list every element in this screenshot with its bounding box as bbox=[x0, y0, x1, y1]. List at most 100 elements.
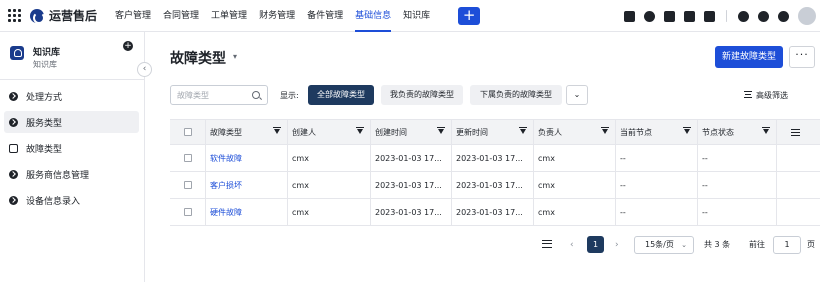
owner-cell: cmx bbox=[533, 172, 615, 198]
column-settings-icon[interactable] bbox=[791, 128, 800, 136]
filter-icon[interactable] bbox=[601, 127, 609, 134]
page-size-value: 15条/页 bbox=[645, 240, 674, 249]
sidebar-item-label: 故障类型 bbox=[26, 144, 63, 155]
tab-all-fault-types[interactable]: 全部故障类型 bbox=[308, 85, 374, 105]
sidebar-item-label: 服务类型 bbox=[26, 118, 63, 129]
table-row[interactable]: 软件故障 cmx 2023-01-03 17... 2023-01-03 17.… bbox=[170, 145, 820, 172]
main-content: 故障类型 ▾ 新建故障类型 ··· 显示: 全部故障类型 我负责的故障类型 下属… bbox=[146, 32, 820, 282]
calendar-check-icon[interactable] bbox=[624, 10, 635, 22]
app-title: 运营售后 bbox=[49, 9, 98, 23]
page-size-select[interactable]: 15条/页 ⌄ bbox=[634, 236, 694, 254]
column-header-node-status[interactable]: 节点状态 bbox=[697, 120, 776, 144]
creator-cell: cmx bbox=[287, 199, 370, 225]
updated-time-cell: 2023-01-03 17... bbox=[451, 145, 533, 171]
fault-type-link[interactable]: 软件故障 bbox=[210, 153, 242, 164]
column-header-updated-time[interactable]: 更新时间 bbox=[451, 120, 533, 144]
current-node-cell: -- bbox=[615, 172, 697, 198]
arrow-circle-icon bbox=[9, 195, 18, 205]
knowledge-base-subtitle: 知识库 bbox=[33, 60, 57, 69]
new-fault-type-button[interactable]: 新建故障类型 bbox=[715, 46, 783, 68]
current-node-cell: -- bbox=[615, 199, 697, 225]
calendar-icon[interactable] bbox=[704, 10, 715, 22]
goto-label: 前往 bbox=[749, 240, 765, 249]
nav-item-finance[interactable]: 财务管理 bbox=[253, 0, 301, 32]
app-grid-icon[interactable] bbox=[8, 8, 22, 23]
page-number-button[interactable]: 1 bbox=[587, 236, 604, 253]
page-suffix: 页 bbox=[807, 240, 815, 249]
bell-icon[interactable] bbox=[738, 10, 749, 22]
phone-icon[interactable] bbox=[684, 10, 695, 22]
nav-item-contracts[interactable]: 合同管理 bbox=[157, 0, 205, 32]
sidebar-item-fault-type[interactable]: 故障类型 bbox=[4, 137, 139, 159]
user-icon[interactable] bbox=[644, 10, 655, 22]
sidebar-item-handling-method[interactable]: 处理方式 bbox=[4, 85, 139, 107]
add-circle-icon[interactable]: + bbox=[123, 41, 133, 51]
filter-icon[interactable] bbox=[683, 127, 691, 134]
expand-filters-button[interactable]: ⌄ bbox=[566, 85, 588, 105]
row-checkbox[interactable] bbox=[184, 208, 192, 216]
filter-icon[interactable] bbox=[519, 127, 527, 134]
owner-cell: cmx bbox=[533, 145, 615, 171]
table-row[interactable]: 客户损坏 cmx 2023-01-03 17... 2023-01-03 17.… bbox=[170, 172, 820, 199]
page-title[interactable]: 故障类型 bbox=[170, 48, 226, 68]
filter-icon[interactable] bbox=[437, 127, 445, 134]
created-time-cell: 2023-01-03 17... bbox=[370, 145, 451, 171]
row-checkbox[interactable] bbox=[184, 181, 192, 189]
fault-type-link[interactable]: 客户损坏 bbox=[210, 180, 242, 191]
column-header-current-node[interactable]: 当前节点 bbox=[615, 120, 697, 144]
filter-icon[interactable] bbox=[273, 127, 281, 134]
nav-item-tickets[interactable]: 工单管理 bbox=[205, 0, 253, 32]
goto-page-input[interactable]: 1 bbox=[773, 236, 801, 254]
prev-page-button[interactable]: ‹ bbox=[570, 236, 574, 254]
updated-time-cell: 2023-01-03 17... bbox=[451, 199, 533, 225]
table-row[interactable]: 硬件故障 cmx 2023-01-03 17... 2023-01-03 17.… bbox=[170, 199, 820, 226]
column-header-creator[interactable]: 创建人 bbox=[287, 120, 370, 144]
select-all-checkbox[interactable] bbox=[184, 128, 192, 136]
owner-cell: cmx bbox=[533, 199, 615, 225]
fault-type-table: 故障类型 创建人 创建时间 更新时间 负责人 当前节点 节点状态 软件故障 cm… bbox=[170, 119, 820, 226]
help-icon[interactable] bbox=[758, 10, 769, 22]
filter-lines-icon[interactable] bbox=[744, 91, 752, 98]
tab-subordinate-fault-types[interactable]: 下属负责的故障类型 bbox=[470, 85, 562, 105]
sidebar-menu: 处理方式 服务类型 故障类型 服务商信息管理 设备信息录入 bbox=[0, 85, 144, 211]
filter-icon[interactable] bbox=[762, 127, 770, 134]
settings-icon[interactable] bbox=[778, 10, 789, 22]
next-page-button[interactable]: › bbox=[615, 236, 619, 254]
creator-cell: cmx bbox=[287, 145, 370, 171]
nav-item-spare-parts[interactable]: 备件管理 bbox=[301, 0, 349, 32]
column-header-owner[interactable]: 负责人 bbox=[533, 120, 615, 144]
column-header-fault-type[interactable]: 故障类型 bbox=[205, 120, 287, 144]
collapse-sidebar-button[interactable]: ‹ bbox=[137, 62, 152, 77]
more-options-button[interactable]: ··· bbox=[789, 46, 815, 68]
nav-item-basic-info[interactable]: 基础信息 bbox=[349, 0, 397, 32]
column-settings-cell bbox=[776, 120, 820, 144]
divider bbox=[726, 10, 727, 22]
fault-type-link[interactable]: 硬件故障 bbox=[210, 207, 242, 218]
search-input[interactable] bbox=[171, 86, 249, 104]
nav-item-knowledge-base[interactable]: 知识库 bbox=[397, 0, 436, 32]
header-checkbox-cell bbox=[170, 120, 205, 144]
column-header-created-time[interactable]: 创建时间 bbox=[370, 120, 451, 144]
check-circle-icon bbox=[9, 91, 18, 101]
filter-icon[interactable] bbox=[356, 127, 364, 134]
chevron-down-icon[interactable]: ▾ bbox=[233, 52, 237, 61]
nav-item-customers[interactable]: 客户管理 bbox=[109, 0, 157, 32]
sidebar: 知识库 知识库 + ‹ 处理方式 服务类型 故障类型 服务商信息管理 设备信息录… bbox=[0, 32, 152, 282]
top-icon-group bbox=[624, 0, 816, 32]
sidebar-item-provider-info[interactable]: 服务商信息管理 bbox=[4, 163, 139, 185]
node-status-cell: -- bbox=[697, 199, 776, 225]
search-box bbox=[170, 85, 268, 105]
advanced-filter-button[interactable]: 高级筛选 bbox=[756, 90, 788, 101]
sidebar-item-device-entry[interactable]: 设备信息录入 bbox=[4, 189, 139, 211]
row-checkbox[interactable] bbox=[184, 154, 192, 162]
knowledge-base-header: 知识库 知识库 + bbox=[0, 32, 144, 80]
node-status-cell: -- bbox=[697, 172, 776, 198]
search-icon[interactable] bbox=[252, 91, 260, 99]
tab-my-fault-types[interactable]: 我负责的故障类型 bbox=[381, 85, 463, 105]
list-view-icon[interactable] bbox=[542, 240, 552, 248]
avatar[interactable] bbox=[798, 7, 816, 25]
document-icon[interactable] bbox=[664, 10, 675, 22]
sidebar-item-service-type[interactable]: 服务类型 bbox=[4, 111, 139, 133]
created-time-cell: 2023-01-03 17... bbox=[370, 172, 451, 198]
quick-add-button[interactable]: + bbox=[458, 6, 481, 25]
